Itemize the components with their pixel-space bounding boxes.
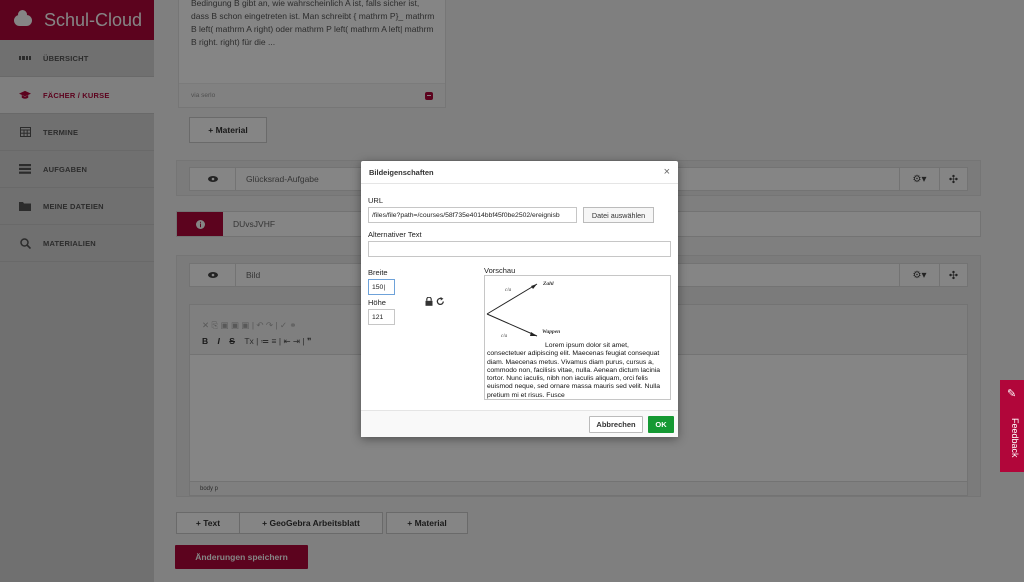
diagram-upper-label: Zahl	[543, 281, 554, 287]
width-input[interactable]: 150|	[368, 279, 395, 295]
height-input[interactable]: 121	[368, 309, 395, 325]
reset-size-icon[interactable]	[436, 296, 445, 309]
cancel-button[interactable]: Abbrechen	[589, 416, 643, 433]
pencil-icon: ✎	[1007, 388, 1017, 400]
image-preview: Zahl c/a Wappen c/a Lorem ipsum dolor si…	[484, 275, 671, 400]
ok-button[interactable]: OK	[648, 416, 674, 433]
lock-ratio-icon[interactable]	[425, 296, 433, 309]
close-icon[interactable]: ×	[664, 166, 670, 178]
feedback-tab[interactable]: ✎ Feedback	[1000, 380, 1024, 472]
dialog-header: Bildeigenschaften ×	[361, 161, 678, 184]
diagram-lower-fraction: c/a	[501, 334, 508, 339]
choose-file-button[interactable]: Datei auswählen	[583, 207, 654, 223]
tree-diagram	[486, 283, 538, 337]
dialog-footer: Abbrechen OK	[361, 410, 678, 437]
alt-text-input[interactable]	[368, 241, 671, 257]
url-label: URL	[368, 196, 384, 205]
diagram-upper-fraction: c/a	[505, 288, 512, 293]
feedback-label: Feedback	[1010, 418, 1020, 458]
diagram-lower-label: Wappen	[542, 329, 561, 335]
preview-label: Vorschau	[484, 266, 516, 275]
alt-text-label: Alternativer Text	[368, 230, 422, 239]
dialog-title: Bildeigenschaften	[369, 167, 434, 177]
preview-lorem-text: Lorem ipsum dolor sit amet, consectetuer…	[487, 342, 661, 399]
dialog-body: URL /files/file?path=/courses/58f735e401…	[361, 184, 678, 410]
url-input[interactable]: /files/file?path=/courses/58f735e4014bbf…	[368, 207, 577, 223]
width-label: Breite	[368, 268, 388, 277]
image-properties-dialog: Bildeigenschaften × URL /files/file?path…	[361, 161, 678, 437]
height-label: Höhe	[368, 298, 386, 307]
